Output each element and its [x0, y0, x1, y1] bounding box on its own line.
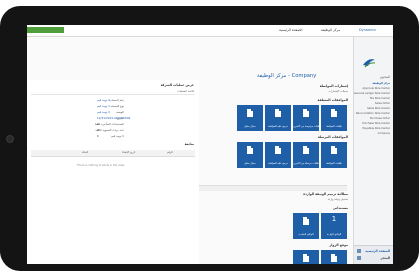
- sent-approval-tile[interactable]: طلبات مرسلة من الآخرين: [293, 142, 319, 168]
- panel-header: عرض عمليات الشركة: [160, 83, 194, 87]
- document-icon: [275, 146, 281, 154]
- section-title: مستنداتي: [332, 206, 348, 210]
- empty-grid-message: There is nothing to show in the view.: [77, 164, 125, 167]
- store-icon: [357, 256, 361, 260]
- tile-caption: مجال مغلق: [244, 125, 256, 129]
- approval-tile[interactable]: طلبات الموافقة: [321, 105, 347, 131]
- approval-tile[interactable]: مجال مغلق: [237, 105, 263, 131]
- tile-caption: طلبات الموافقة: [326, 162, 342, 166]
- grid-title: متابعة: [184, 142, 194, 146]
- document-icon: [303, 254, 309, 262]
- tablet-frame: الصفحة الرئيسية مركز الوظيفة Dynamics ال…: [0, 6, 419, 271]
- sidebar-item[interactable]: Payables Role Center: [363, 127, 390, 130]
- field-label: عدد مرات التسوية الكلية: [95, 128, 124, 132]
- date-range-value[interactable]: 12/31/2015-01/01/2009: [97, 116, 130, 120]
- document-icon: [331, 146, 337, 154]
- visitors-tile[interactable]: [321, 250, 347, 264]
- sidebar-item[interactable]: Purchase Role Center: [362, 122, 390, 125]
- section-divider: [199, 185, 347, 191]
- tile-caption: الوثائق الصادرة: [298, 233, 314, 237]
- section-title: موقع الزوار: [329, 243, 348, 247]
- nav-rolecenter-link[interactable]: مركز الوظيفة: [321, 28, 340, 32]
- sent-approval-tile[interactable]: مرجع عليه للموافقة: [265, 142, 291, 168]
- section-title: الموافقات المتعلقة: [317, 98, 348, 102]
- field-label: المستندات المتأخرة فقط: [94, 122, 124, 126]
- tile-caption: مرجع عليه للموافقة: [268, 162, 288, 166]
- incoming-docs-tile[interactable]: 1 الوثائق الواردة: [321, 213, 347, 239]
- camera-icon: [6, 135, 14, 143]
- column-header[interactable]: الرقم: [167, 151, 173, 154]
- tile-caption: مجال مغلق: [244, 162, 256, 166]
- document-icon: [331, 254, 337, 262]
- panel-subheader[interactable]: قائمة العمليات: [177, 89, 194, 93]
- top-bar: الصفحة الرئيسية مركز الوظيفة Dynamics: [27, 25, 393, 37]
- home-icon: [357, 249, 361, 253]
- divider: [31, 94, 195, 95]
- document-icon: [303, 217, 309, 225]
- section-title: الموافقات المرسلة: [317, 135, 348, 139]
- page-title: مركز الوظيفة - Company: [257, 73, 317, 79]
- field-value[interactable]: لا توجد قيم: [97, 98, 110, 102]
- sent-approval-tile[interactable]: طلبات الموافقة: [321, 142, 347, 168]
- document-icon: [275, 109, 281, 117]
- sidebar-item[interactable]: Approval Role Center: [363, 87, 390, 90]
- sidebar-item[interactable]: Purchase Order: [370, 117, 390, 120]
- sidebar-item[interactable]: Sales Role Center: [367, 107, 390, 110]
- section-link[interactable]: تسجيل وثيقة واردة: [328, 198, 348, 201]
- document-icon: [303, 109, 309, 117]
- visitors-tile[interactable]: [293, 250, 319, 264]
- brand-label: Dynamics: [359, 28, 376, 32]
- tile-caption: مرجع عليه للموافقة: [268, 125, 288, 129]
- sidebar-item[interactable]: Sales Order: [375, 102, 390, 105]
- field-value: 0: [97, 128, 99, 132]
- sidebar-item-rolecenter[interactable]: مركز الوظيفة: [372, 82, 390, 85]
- field-label: نوع المستند: [110, 104, 124, 108]
- sidebar: المحتوى مركز الوظيفة Approval Role Cente…: [353, 37, 393, 264]
- field-label: الوصف: [115, 110, 124, 114]
- field-label: رقم الحساب: [109, 98, 124, 102]
- field-value: 0: [97, 134, 99, 138]
- outgoing-docs-tile[interactable]: الوثائق الصادرة: [293, 213, 319, 239]
- company-activities-panel: عرض عمليات الشركة قائمة العمليات رقم الح…: [27, 80, 199, 264]
- sidebar-store-link[interactable]: المتجر: [381, 256, 390, 260]
- approval-tile[interactable]: طلبات مرفوضة من الآخرين: [293, 105, 321, 131]
- sidebar-item[interactable]: General Ledger Role Center: [354, 92, 390, 95]
- app-screen: الصفحة الرئيسية مركز الوظيفة Dynamics ال…: [27, 25, 393, 264]
- tile-caption: الوثائق الواردة: [326, 233, 342, 237]
- document-icon: [247, 146, 253, 154]
- column-header[interactable]: الحالة: [82, 151, 88, 154]
- field-value[interactable]: لا توجد قيم: [97, 110, 110, 114]
- document-icon: [247, 109, 253, 117]
- status-strip: [27, 27, 64, 33]
- sidebar-home-link[interactable]: الصفحة الرئيسية: [365, 249, 390, 253]
- section-link[interactable]: سجلات الإشعارات: [329, 90, 349, 93]
- sidebar-item[interactable]: Reconciliation Role Center: [356, 112, 390, 115]
- sidebar-item[interactable]: Tax Role Center: [370, 97, 390, 100]
- sent-approval-tile[interactable]: مجال مغلق: [237, 142, 263, 168]
- section-title: إشعارات المواصلة: [319, 84, 348, 88]
- tile-count: 1: [331, 215, 337, 223]
- field-value[interactable]: لا توجد قيم: [97, 104, 110, 108]
- column-header[interactable]: تاريخ الإنشاء: [122, 151, 135, 154]
- approval-tile[interactable]: مرجع عليه للموافقة: [265, 105, 291, 131]
- tile-caption: طلبات مرسلة من الآخرين: [293, 162, 319, 166]
- dynamics-logo-icon: [363, 59, 376, 68]
- tile-caption: طلبات مرفوضة من الآخرين: [293, 125, 321, 129]
- sidebar-item[interactable]: Company: [378, 132, 390, 135]
- sidebar-bottom-nav: الصفحة الرئيسية المتجر: [354, 245, 393, 264]
- sidebar-section-label: المحتوى: [379, 75, 390, 79]
- document-icon: [331, 109, 337, 117]
- nav-home-link[interactable]: الصفحة الرئيسية: [279, 28, 302, 32]
- tile-caption: طلبات الموافقة: [326, 125, 342, 129]
- field-value: 0: [97, 122, 99, 126]
- field-label: لا توجد قيم: [111, 134, 124, 138]
- document-icon: [303, 146, 309, 154]
- section-title: مطالبة ترميم الوثيقة الواردة: [303, 192, 348, 196]
